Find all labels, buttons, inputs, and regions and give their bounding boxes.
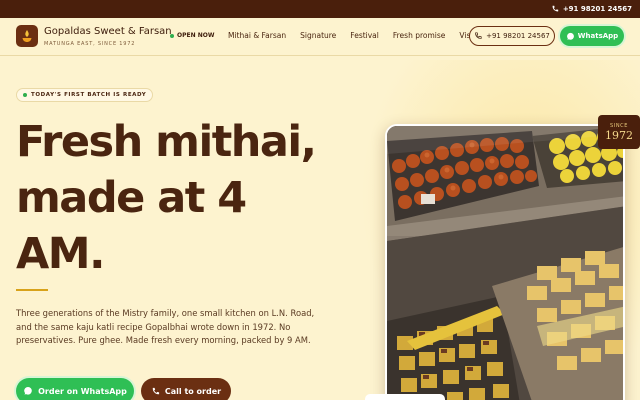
mithai-display-photo [385,124,625,400]
status-dot-icon [170,33,174,38]
nav-links: Mithai & Farsan Signature Festival Fresh… [228,31,475,40]
hero-headline: Fresh mithai, made at 4 AM. [16,117,317,279]
since-year: 1972 [605,128,633,142]
main-navigation: Gopaldas Sweet & Farsan MATUNGA EAST, SI… [0,18,640,56]
nav-whatsapp-label: WhatsApp [577,32,619,40]
accent-divider [16,289,48,291]
phone-icon [152,387,160,394]
phone-icon [475,32,482,39]
nav-link-signature[interactable]: Signature [300,31,336,40]
top-phone-number[interactable]: +91 98201 24567 [563,5,632,13]
nav-call-button[interactable]: +91 98201 24567 [469,26,555,46]
brand-name[interactable]: Gopaldas Sweet & Farsan [44,26,172,37]
nav-link-fresh-promise[interactable]: Fresh promise [393,31,446,40]
nav-link-mithai-farsan[interactable]: Mithai & Farsan [228,31,286,40]
fresh-batch-label: TODAY'S FIRST BATCH IS READY [31,92,147,98]
whatsapp-icon [24,387,32,395]
order-on-whatsapp-button[interactable]: Order on WhatsApp [16,378,134,400]
hero-intro-text: Three generations of the Mistry family, … [16,308,315,346]
since-1972-badge: SINCE 1972 [598,115,640,149]
diya-flame-icon [22,30,32,42]
open-status-label: OPEN NOW [177,32,215,39]
open-status: OPEN NOW [170,32,214,39]
brand-tagline: MATUNGA EAST, SINCE 1972 [44,41,136,47]
top-contact-bar: +91 98201 24567 [0,0,640,18]
nav-whatsapp-button[interactable]: WhatsApp [560,26,624,46]
status-dot-icon [23,93,27,97]
floating-card-edge [365,394,445,400]
call-to-order-button[interactable]: Call to order [141,378,231,400]
whatsapp-icon [566,32,574,40]
fresh-batch-badge: TODAY'S FIRST BATCH IS READY [16,88,154,102]
nav-call-label: +91 98201 24567 [486,32,550,40]
order-on-whatsapp-label: Order on WhatsApp [38,386,127,396]
brand-logo[interactable] [16,25,38,47]
phone-icon [552,5,559,12]
nav-link-festival[interactable]: Festival [350,31,379,40]
call-to-order-label: Call to order [164,386,222,396]
